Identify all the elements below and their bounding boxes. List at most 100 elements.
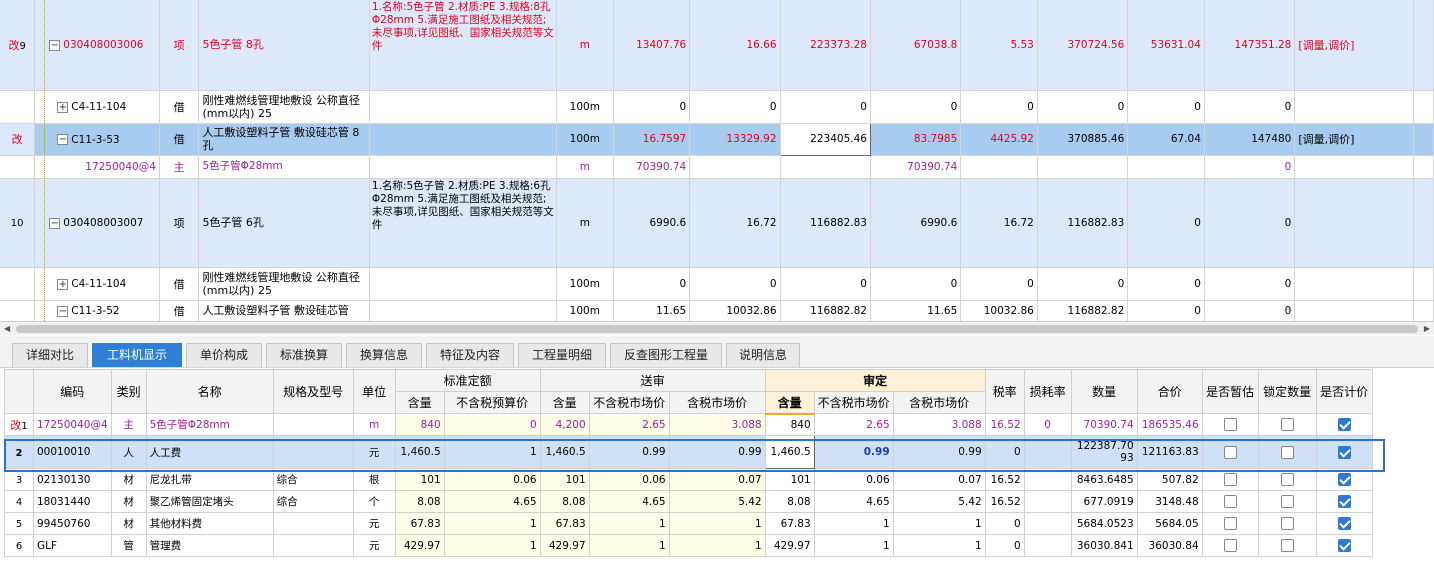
quantity[interactable]: 70390.74 — [1070, 413, 1138, 436]
audit-price[interactable]: 4.65 — [813, 490, 894, 513]
header-total[interactable]: 合价 — [1136, 369, 1203, 414]
item-name[interactable]: 5色子管 8孔 — [198, 0, 370, 91]
std-qty[interactable]: 429.97 — [394, 534, 445, 557]
send-tax-price[interactable]: 3.088 — [668, 413, 766, 436]
provisional-checkbox[interactable] — [1223, 418, 1237, 432]
item-name[interactable]: 刚性难燃线管理地敷设 公称直径(mm以内) 25 — [198, 267, 370, 301]
item-row[interactable]: + C4-11-104 借刚性难燃线管理地敷设 公称直径(mm以内) 25 100m 0… — [0, 90, 1434, 124]
lock-quantity-checkbox[interactable] — [1280, 418, 1294, 432]
send-tax-price[interactable]: 1 — [668, 512, 766, 535]
value-col-1[interactable]: 16.7597 — [613, 123, 691, 156]
resource-code[interactable]: 02130130 — [33, 468, 112, 491]
value-col-4[interactable]: 83.7985 — [870, 123, 962, 156]
include-price-checkbox[interactable] — [1337, 539, 1351, 553]
value-col-2[interactable]: 0 — [689, 267, 781, 301]
resource-spec[interactable] — [272, 435, 354, 469]
value-col-7[interactable]: 0 — [1127, 267, 1205, 301]
resource-row[interactable]: 5 99450760 材其他材料费元 67.83 1 67.83 1 1 67.83 1 1 0 568… — [4, 512, 1373, 535]
value-col-3[interactable]: 0 — [780, 90, 871, 124]
scrollbar-thumb[interactable] — [16, 325, 1418, 333]
send-qty[interactable]: 101 — [539, 468, 590, 491]
send-price[interactable]: 1 — [588, 534, 670, 557]
quantity[interactable]: 122387.7093 — [1070, 435, 1138, 469]
resource-category[interactable]: 人 — [110, 435, 147, 469]
send-tax-price[interactable]: 5.42 — [668, 490, 766, 513]
audit-qty[interactable]: 1,460.5 — [764, 435, 815, 469]
resource-code[interactable]: 00010010 — [33, 435, 112, 469]
total-price[interactable]: 36030.84 — [1136, 534, 1203, 557]
item-code[interactable]: −030408003007 — [34, 178, 160, 268]
std-price[interactable]: 1 — [443, 534, 541, 557]
header-send-price[interactable]: 不含税市场价 — [588, 391, 670, 414]
value-col-8[interactable]: 0 — [1204, 155, 1296, 179]
value-col-5[interactable]: 4425.92 — [960, 123, 1038, 156]
value-col-5[interactable] — [960, 155, 1038, 179]
header-audit-qty[interactable]: 含量 — [764, 391, 815, 415]
tax-rate[interactable]: 16.52 — [984, 468, 1025, 491]
header-std-qty[interactable]: 含量 — [394, 391, 445, 414]
audit-tax-price[interactable]: 0.07 — [892, 468, 986, 491]
resource-category[interactable]: 主 — [110, 413, 147, 436]
header-loss[interactable]: 损耗率 — [1023, 369, 1072, 414]
send-price[interactable]: 2.65 — [588, 413, 670, 436]
header-unit[interactable]: 单位 — [352, 369, 396, 414]
tax-rate[interactable]: 16.52 — [984, 413, 1025, 436]
include-price-checkbox[interactable] — [1337, 517, 1351, 531]
loss-rate[interactable] — [1023, 534, 1072, 557]
tax-rate[interactable]: 0 — [984, 534, 1025, 557]
value-col-5[interactable]: 0 — [960, 90, 1038, 124]
item-row[interactable]: 17250040@4 主 5色子管Φ28mm m 70390.74 70390.74 0 — [0, 155, 1434, 179]
value-col-8[interactable]: 147480 — [1204, 123, 1296, 156]
item-code[interactable]: −030408003006 — [34, 0, 160, 91]
resource-unit[interactable]: 元 — [352, 512, 396, 535]
item-spec[interactable]: 1.名称:5色子管 2.材质:PE 3.规格:8孔Φ28mm 5.满足施工图纸及… — [369, 0, 558, 91]
tab-unit-price[interactable]: 单价构成 — [186, 343, 262, 367]
value-col-7[interactable]: 0 — [1127, 178, 1205, 268]
item-code[interactable]: + C4-11-104 — [34, 267, 160, 301]
value-col-4[interactable]: 0 — [870, 90, 962, 124]
std-price[interactable]: 1 — [443, 512, 541, 535]
include-price-checkbox[interactable] — [1337, 418, 1351, 432]
quantity[interactable]: 677.0919 — [1070, 490, 1138, 513]
lock-quantity-checkbox[interactable] — [1280, 517, 1294, 531]
value-col-1[interactable]: 11.65 — [613, 300, 691, 321]
header-code[interactable]: 编码 — [33, 369, 112, 414]
value-col-1[interactable]: 6990.6 — [613, 178, 691, 268]
header-std-price[interactable]: 不含税预算价 — [443, 391, 541, 414]
resource-row[interactable]: 改1 17250040@4 主 5色子管Φ28mm m 840 0 4,200 2.65 3.08… — [4, 413, 1373, 436]
tab-detail-compare[interactable]: 详细对比 — [12, 343, 88, 367]
loss-rate[interactable]: 0 — [1023, 413, 1072, 436]
std-qty[interactable]: 1,460.5 — [394, 435, 445, 469]
resource-row[interactable]: 4 18031440 材聚乙烯管固定堵头 综合个 8.08 4.65 8.08 4.65 5.4… — [4, 490, 1373, 513]
header-send-qty[interactable]: 含量 — [539, 391, 590, 414]
audit-price[interactable]: 1 — [813, 534, 894, 557]
horizontal-scrollbar[interactable]: ◀ ▶ — [0, 321, 1434, 335]
header-name[interactable]: 名称 — [145, 369, 274, 414]
send-qty[interactable]: 4,200 — [539, 413, 590, 436]
provisional-checkbox[interactable] — [1223, 495, 1237, 509]
resource-code[interactable]: 99450760 — [33, 512, 112, 535]
item-name[interactable]: 人工敷设塑料子管 敷设硅芯管 — [198, 300, 370, 321]
resource-row[interactable]: 3 02130130 材尼龙扎带 综合根 101 0.06 101 0.06 0.07 101 0.… — [4, 468, 1373, 491]
send-qty[interactable]: 429.97 — [539, 534, 590, 557]
total-price[interactable]: 507.82 — [1136, 468, 1203, 491]
tab-reverse-graphics[interactable]: 反查图形工程量 — [610, 343, 722, 367]
item-row[interactable]: + C4-11-104 借刚性难燃线管理地敷设 公称直径(mm以内) 25 100m 0… — [0, 267, 1434, 301]
resource-code[interactable]: 17250040@4 — [33, 413, 112, 436]
audit-price[interactable]: 1 — [813, 512, 894, 535]
provisional-checkbox[interactable] — [1223, 445, 1237, 459]
total-price[interactable]: 5684.05 — [1136, 512, 1203, 535]
resource-code[interactable]: 18031440 — [33, 490, 112, 513]
send-tax-price[interactable]: 0.99 — [668, 435, 766, 469]
value-col-5[interactable]: 10032.86 — [960, 300, 1038, 321]
value-col-6[interactable] — [1037, 155, 1129, 179]
tax-rate[interactable]: 0 — [984, 435, 1025, 469]
item-name[interactable]: 5色子管Φ28mm — [198, 155, 370, 179]
audit-price[interactable]: 0.06 — [813, 468, 894, 491]
header-spec[interactable]: 规格及型号 — [272, 369, 354, 414]
audit-tax-price[interactable]: 5.42 — [892, 490, 986, 513]
item-name[interactable]: 刚性难燃线管理地敷设 公称直径(mm以内) 25 — [198, 90, 370, 124]
include-price-checkbox[interactable] — [1337, 445, 1351, 459]
item-row[interactable]: 改 − C11-3-53 借人工敷设塑料子管 敷设硅芯管 8孔 100m 16.7597 1… — [0, 122, 1434, 156]
item-spec[interactable] — [369, 90, 558, 124]
